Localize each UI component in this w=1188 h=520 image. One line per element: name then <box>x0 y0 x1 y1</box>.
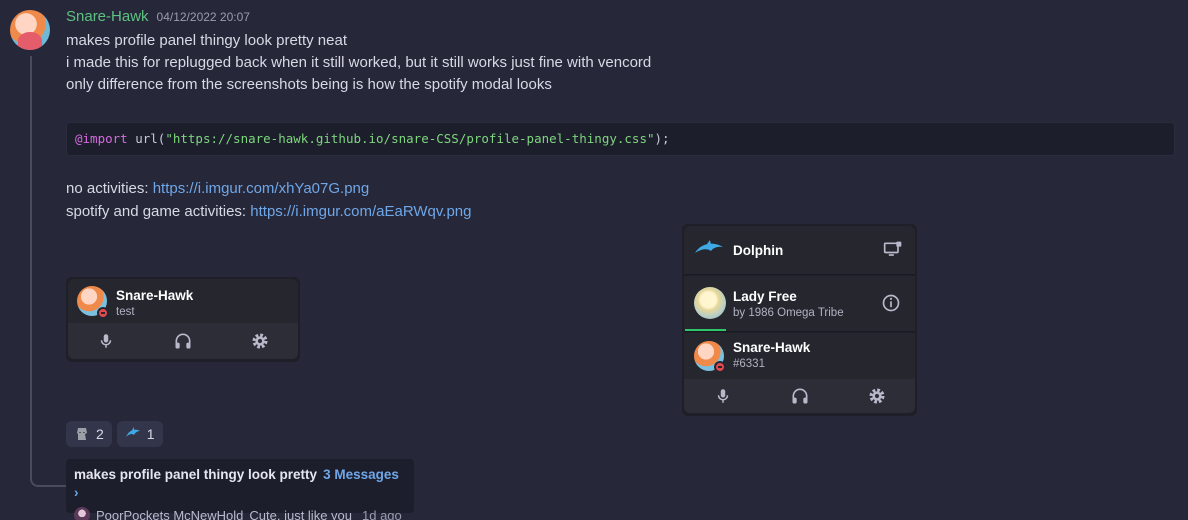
message-line: only difference from the screenshots bei… <box>66 76 552 93</box>
author-username[interactable]: Snare-Hawk <box>66 8 149 25</box>
info-icon[interactable] <box>881 293 901 318</box>
song-artist[interactable]: by 1986 Omega Tribe <box>733 307 844 319</box>
game-name: Dolphin <box>733 243 784 258</box>
microphone-icon[interactable] <box>711 384 735 408</box>
reaction-count: 2 <box>96 426 104 442</box>
thread-summary[interactable]: makes profile panel thingy look pretty 3 … <box>66 459 414 520</box>
headphones-icon[interactable] <box>788 384 812 408</box>
reaction-count: 1 <box>146 426 155 442</box>
message-header: Snare-Hawk 04/12/2022 20:07 <box>66 8 250 25</box>
spotify-progress-bar[interactable] <box>685 329 727 331</box>
code-string: "https://snare-hawk.github.io/snare-CSS/… <box>165 131 655 146</box>
code-keyword: @import <box>75 131 128 146</box>
album-cover[interactable] <box>694 287 726 319</box>
thread-connector-line <box>30 56 66 487</box>
stone-moai-icon <box>74 426 90 442</box>
thread-last-message: PoorPockets McNewHold Cute, just like yo… <box>74 507 406 520</box>
link-url[interactable]: https://i.imgur.com/xhYa07G.png <box>153 180 370 197</box>
stream-screen-icon[interactable] <box>883 240 903 265</box>
link-line: spotify and game activities: https://i.i… <box>66 200 471 223</box>
link-label: no activities: <box>66 180 153 197</box>
message-timestamp: 04/12/2022 20:07 <box>156 10 250 24</box>
panel-controls <box>68 323 298 359</box>
author-avatar[interactable] <box>10 10 50 50</box>
thread-title[interactable]: makes profile panel thingy look pretty <box>74 467 317 482</box>
dolphin-icon <box>125 426 141 442</box>
panel-custom-status: test <box>116 306 135 318</box>
link-url[interactable]: https://i.imgur.com/aEaRWqv.png <box>250 203 471 220</box>
reactions-bar: 2 1 <box>66 421 163 447</box>
dolphin-icon <box>693 239 725 264</box>
dnd-status-icon <box>97 307 109 319</box>
profile-panel-with-activities: Dolphin Lady Free by 1986 Omega Tribe Sn… <box>682 224 917 416</box>
code-function: url( <box>127 131 166 146</box>
message-body: makes profile panel thingy look pretty n… <box>66 30 651 96</box>
link-line: no activities: https://i.imgur.com/xhYa0… <box>66 177 471 200</box>
message-line: makes profile panel thingy look pretty n… <box>66 32 347 49</box>
last-author-name: PoorPockets McNewHold <box>96 507 244 520</box>
message-line: i made this for replugged back when it s… <box>66 54 652 71</box>
thread-header: makes profile panel thingy look pretty 3 … <box>74 466 406 502</box>
panel-user-row[interactable]: Snare-Hawk test <box>68 279 298 323</box>
message-links: no activities: https://i.imgur.com/xhYa0… <box>66 177 471 223</box>
gear-icon[interactable] <box>248 329 272 353</box>
microphone-icon[interactable] <box>94 329 118 353</box>
panel-user-row[interactable]: Snare-Hawk #6331 <box>684 333 915 379</box>
gear-icon[interactable] <box>865 384 889 408</box>
last-author-avatar <box>74 507 90 520</box>
headphones-icon[interactable] <box>171 329 195 353</box>
song-title[interactable]: Lady Free <box>733 289 797 304</box>
spotify-activity-row[interactable]: Lady Free by 1986 Omega Tribe <box>684 276 915 332</box>
reaction-moai[interactable]: 2 <box>66 421 112 447</box>
panel-username: Snare-Hawk <box>116 288 194 303</box>
dnd-status-icon <box>714 361 726 373</box>
panel-discriminator: #6331 <box>733 358 765 370</box>
last-message-text: Cute, just like you <box>249 507 352 520</box>
panel-username: Snare-Hawk <box>733 340 811 355</box>
game-activity-row[interactable]: Dolphin <box>684 226 915 275</box>
reaction-dolphin[interactable]: 1 <box>116 421 163 447</box>
code-close: ); <box>654 131 670 146</box>
profile-panel-no-activity: Snare-Hawk test <box>66 277 300 362</box>
link-label: spotify and game activities: <box>66 203 251 220</box>
panel-controls <box>684 379 915 413</box>
code-block[interactable]: @import url("https://snare-hawk.github.i… <box>66 122 1175 156</box>
last-message-time: 1d ago <box>362 507 402 520</box>
